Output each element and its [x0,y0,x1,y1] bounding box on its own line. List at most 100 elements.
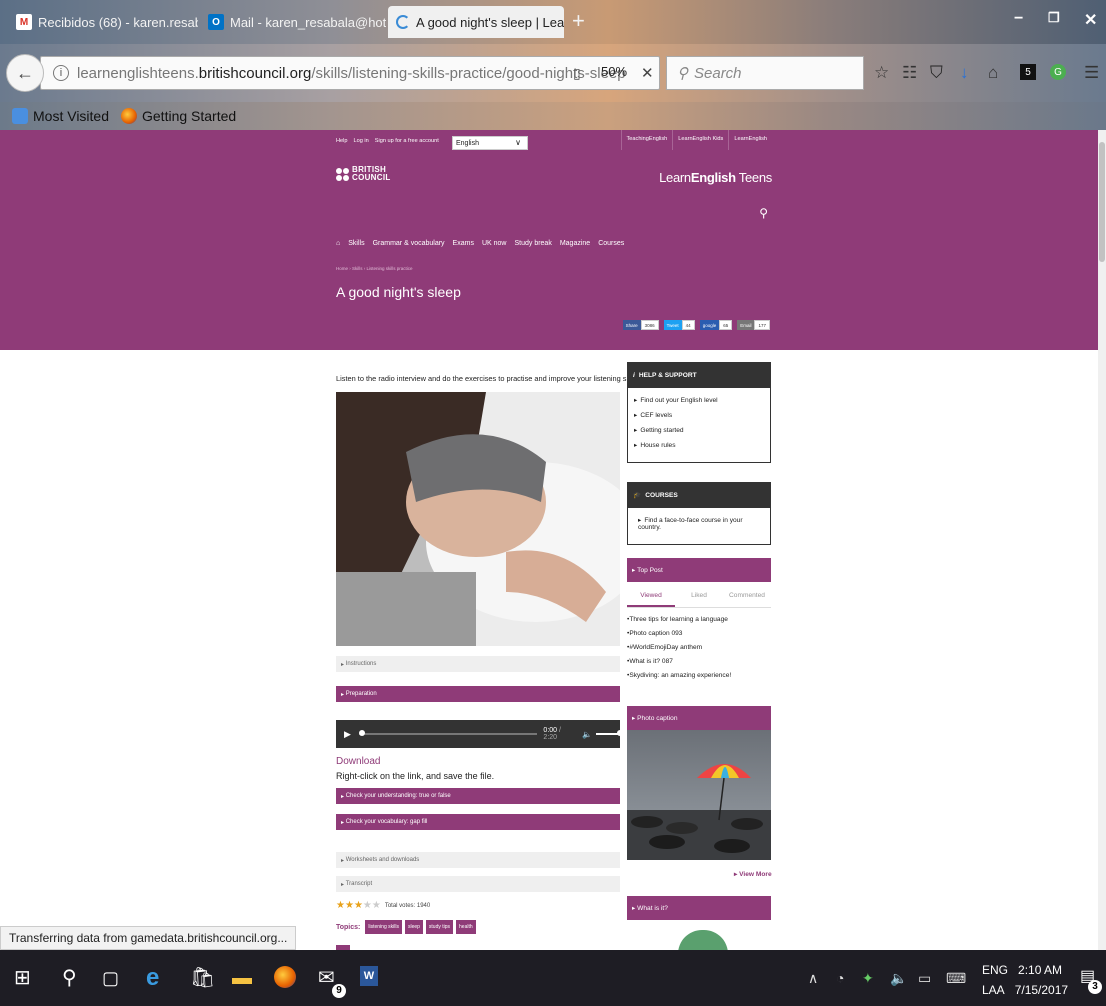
battery-icon[interactable]: ▭ [918,970,931,987]
preparation-accordion[interactable]: ▸ Preparation [336,686,620,702]
grammarly-icon[interactable]: G [1050,64,1066,80]
page-scrollbar[interactable] [1098,130,1106,950]
new-tab-button[interactable]: + [572,10,585,32]
what-is-it-image[interactable] [678,930,728,950]
accordion-label: Transcript [345,881,373,887]
instructions-accordion[interactable]: ▸ Instructions [336,656,620,672]
back-button[interactable]: ← [6,54,44,92]
umbrella-photo[interactable] [627,730,771,860]
list-item[interactable]: Three tips for learning a language [627,616,731,623]
reader-view-icon[interactable]: ▯ [573,65,581,82]
nav-magazine[interactable]: Magazine [560,240,590,247]
tab-active[interactable]: A good night's sleep | Learn ✕ [388,6,564,38]
google-share-button[interactable]: google 65 [699,320,733,330]
help-link[interactable]: Getting started [634,426,764,434]
zoom-indicator[interactable]: 50% [595,59,633,84]
volume-icon[interactable]: 🔈 [582,730,592,739]
search-field[interactable]: ⚲ Search [666,56,864,90]
email-share-button[interactable]: Email 177 [737,320,770,330]
pocket-icon[interactable]: ⛉ [930,64,943,81]
download-link[interactable]: Download [336,756,380,767]
list-item[interactable]: #WorldEmojiDay anthem [627,644,731,651]
breadcrumb[interactable]: Home › Skills › Listening skills practic… [336,266,413,271]
tab-gmail[interactable]: M Recibidos (68) - karen.resab ✕ [8,6,198,38]
store-icon[interactable]: 🛍 [190,966,215,990]
transcript-accordion[interactable]: ▸ Transcript [336,876,620,892]
list-item[interactable]: Skydiving: an amazing experience! [627,672,731,679]
help-link[interactable]: House rules [634,441,764,449]
signup-link[interactable]: Sign up for a free account [375,138,439,144]
bookmarks-list-icon[interactable]: ☷ [902,64,917,81]
view-more-link[interactable]: ▸ View More [734,870,772,878]
stop-icon[interactable]: ✕ [641,64,654,82]
rating-stars-icon[interactable]: ★★★★★ [336,900,381,911]
topic-tag[interactable]: sleep [404,920,423,934]
tab-commented[interactable]: Commented [723,586,771,607]
nav-grammar[interactable]: Grammar & vocabulary [373,240,445,247]
british-council-logo[interactable]: BRITISH COUNCIL [336,166,391,182]
download-icon[interactable]: ↓ [960,64,969,81]
facebook-share-button[interactable]: Share 3086 [622,320,659,330]
seek-bar[interactable] [358,730,538,736]
twitter-share-button[interactable]: Tweet 44 [663,320,695,330]
nav-uk-now[interactable]: UK now [482,240,507,247]
tab-viewed[interactable]: Viewed [627,586,675,607]
login-link[interactable]: Log in [354,138,369,144]
bookmark-star-icon[interactable]: ☆ [874,64,889,81]
keyboard-icon[interactable]: ⌨ [946,970,966,987]
scrollbar-thumb[interactable] [1099,142,1105,262]
edge-icon[interactable]: e [146,966,159,990]
menu-icon[interactable]: ☰ [1084,64,1099,81]
language-select[interactable]: English ∨ [452,136,528,150]
learnenglish-link[interactable]: LearnEnglish [728,130,772,150]
firefox-taskbar-icon[interactable] [274,966,296,988]
courses-link[interactable]: Find a face-to-face course in your count… [638,516,764,531]
info-icon[interactable]: i [53,65,69,81]
windows-start-icon[interactable]: ⊞ [14,966,31,990]
topic-tag[interactable]: health [456,920,476,934]
dropbox-icon[interactable]: ✦ [862,970,874,987]
teachingenglish-link[interactable]: TeachingEnglish [620,130,673,150]
bookmark-getting-started[interactable]: Getting Started [121,108,236,124]
bookmark-most-visited[interactable]: Most Visited [12,108,109,124]
nav-skills[interactable]: Skills [348,240,364,247]
system-clock[interactable]: ENG 2:10 AM LAA 7/15/2017 [982,962,1068,998]
list-item[interactable]: What is it? 087 [627,658,731,665]
play-icon[interactable]: ▶ [344,729,351,740]
learnenglish-teens-logo[interactable]: LearnEnglish Teens [659,170,772,185]
nav-study-break[interactable]: Study break [514,240,551,247]
star-rating[interactable]: ★★★★★ Total votes: 1940 [336,900,430,911]
site-search-icon[interactable]: ⚲ [759,206,768,220]
restore-icon[interactable]: ❐ [1048,10,1060,26]
wifi-icon[interactable]: ◔ [836,970,844,986]
nav-courses[interactable]: Courses [598,240,624,247]
volume-slider[interactable] [596,730,623,736]
url-bar[interactable]: i learnenglishteens. britishcouncil.org/s… [40,56,660,90]
topic-tag[interactable]: study tips [425,920,454,934]
word-icon[interactable]: W [360,966,378,986]
list-item[interactable]: Photo caption 093 [627,630,731,637]
windows-taskbar: ⊞ ⚲ ▢ e 🛍 ▬ ✉ 9 W ∧ ◔ ✦ 🔈 ▭ ⌨ ENG 2:10 AM… [0,950,1106,1006]
learnenglish-kids-link[interactable]: LearnEnglish Kids [672,130,728,150]
volume-icon[interactable]: 🔈 [890,970,907,987]
task-view-icon[interactable]: ▢ [102,966,119,990]
tab-liked[interactable]: Liked [675,586,723,607]
help-link[interactable]: CEF levels [634,411,764,419]
extension-icon[interactable]: 5 [1020,64,1036,80]
search-icon[interactable]: ⚲ [62,966,77,990]
minimize-icon[interactable]: − [1014,10,1023,28]
topic-tag[interactable]: listening skills [365,920,402,934]
chevron-up-icon[interactable]: ∧ [808,970,818,987]
file-explorer-icon[interactable]: ▬ [232,966,252,990]
help-link[interactable]: Find out your English level [634,396,764,404]
close-window-icon[interactable]: ✕ [1084,10,1097,30]
tab-outlook[interactable]: O Mail - karen_resabala@hotm ✕ [200,6,386,38]
check-vocabulary-accordion[interactable]: ▸ Check your vocabulary: gap fill [336,814,620,830]
nav-exams[interactable]: Exams [453,240,474,247]
home-icon[interactable]: ⌂ [988,64,998,81]
home-icon[interactable]: ⌂ [336,240,340,247]
check-understanding-accordion[interactable]: ▸ Check your understanding: true or fals… [336,788,620,804]
seek-knob[interactable] [358,730,365,736]
help-link[interactable]: Help [336,138,348,144]
worksheets-accordion[interactable]: ▸ Worksheets and downloads [336,852,620,868]
